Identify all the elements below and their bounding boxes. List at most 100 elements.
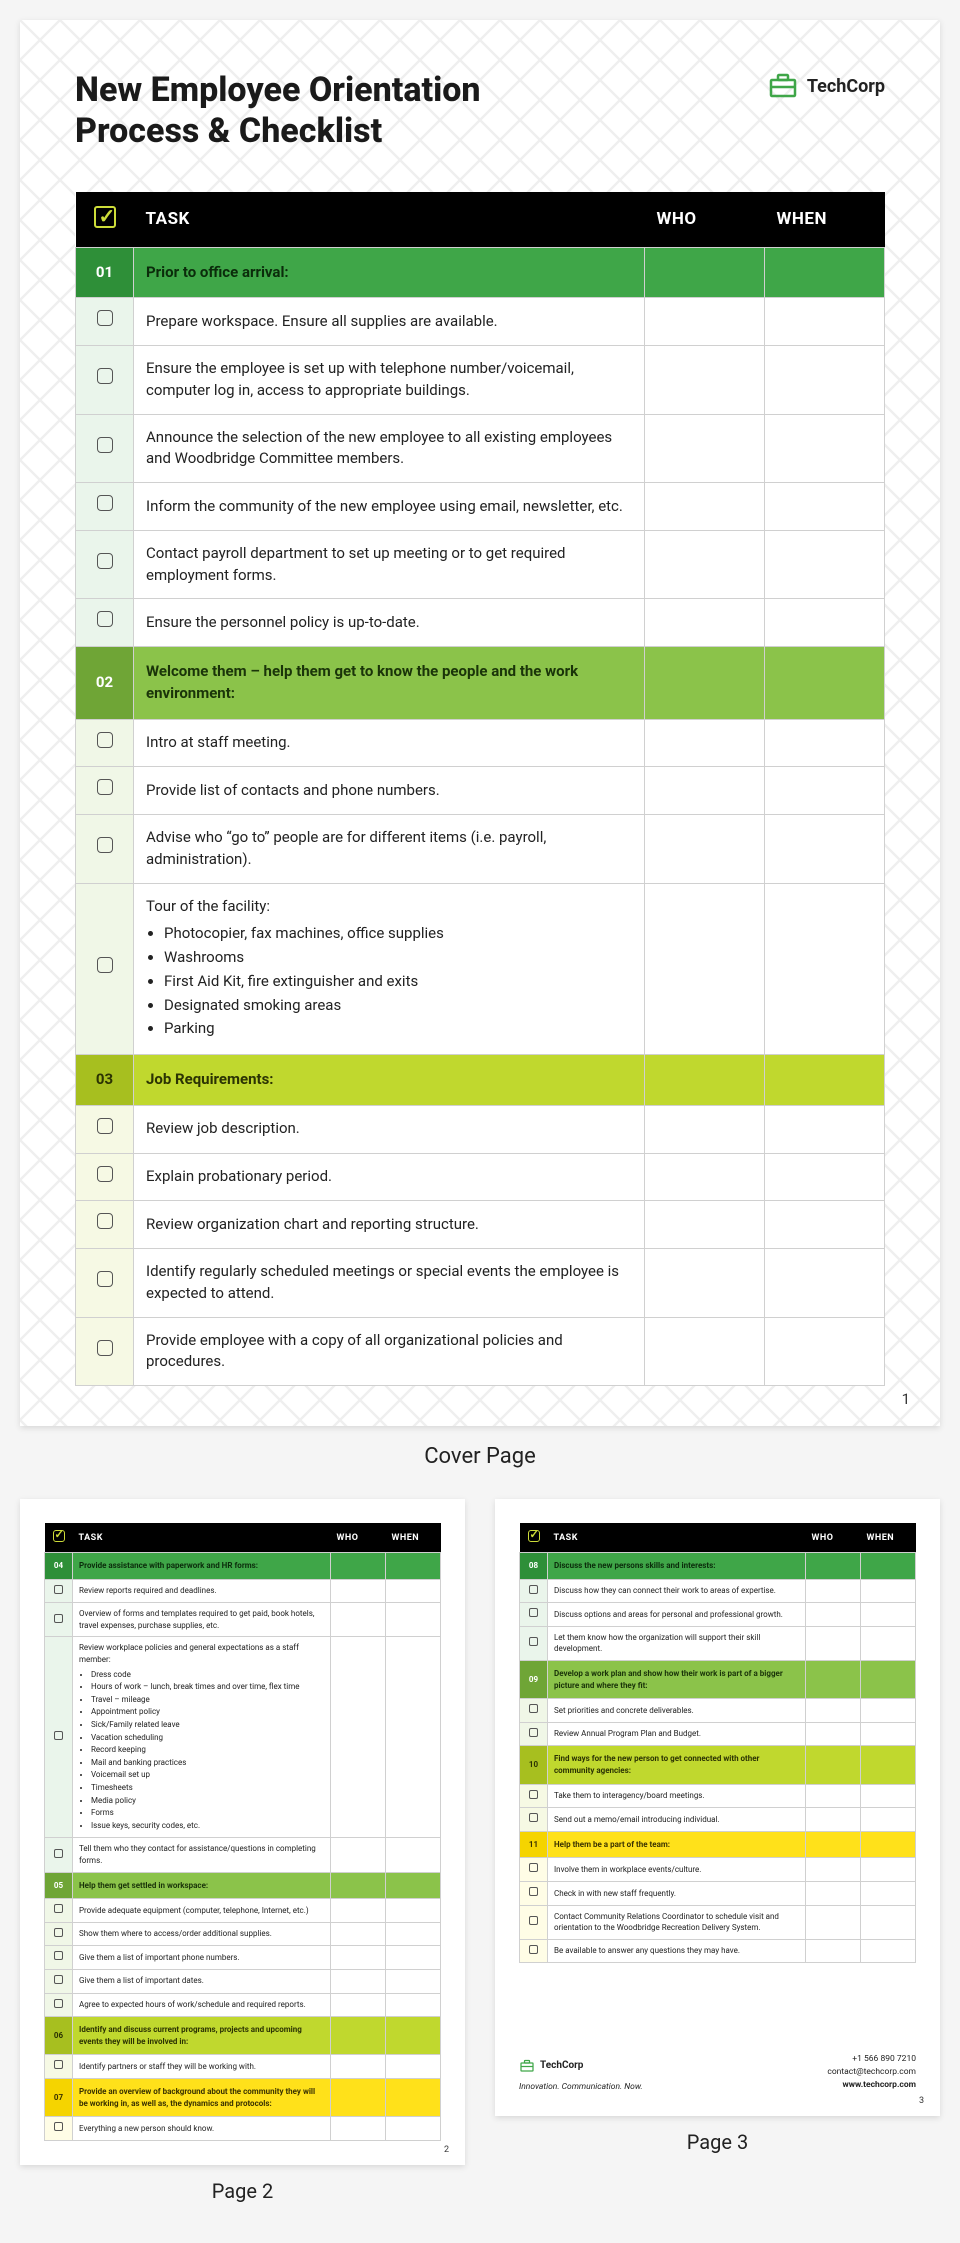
checkbox-cell[interactable] — [45, 1969, 73, 1993]
when-cell[interactable] — [861, 1784, 916, 1808]
who-cell[interactable] — [806, 1858, 861, 1882]
checkbox-cell[interactable] — [76, 346, 134, 415]
when-cell[interactable] — [765, 599, 885, 647]
checkbox-cell[interactable] — [76, 483, 134, 531]
who-cell[interactable] — [645, 483, 765, 531]
who-cell[interactable] — [645, 1317, 765, 1386]
when-cell[interactable] — [765, 1153, 885, 1201]
when-cell[interactable] — [861, 1808, 916, 1832]
when-cell[interactable] — [386, 1838, 441, 1872]
who-cell[interactable] — [331, 1579, 386, 1603]
when-cell[interactable] — [765, 530, 885, 599]
who-cell[interactable] — [645, 414, 765, 483]
when-cell[interactable] — [861, 1858, 916, 1882]
checkbox-cell[interactable] — [76, 298, 134, 346]
who-cell[interactable] — [645, 883, 765, 1055]
checkbox-cell[interactable] — [76, 1317, 134, 1386]
who-cell[interactable] — [645, 1105, 765, 1153]
when-cell[interactable] — [765, 414, 885, 483]
who-cell[interactable] — [806, 1626, 861, 1660]
when-cell[interactable] — [386, 1899, 441, 1923]
when-cell[interactable] — [765, 298, 885, 346]
checkbox-cell[interactable] — [45, 1603, 73, 1637]
checkbox-cell[interactable] — [45, 1899, 73, 1923]
who-cell[interactable] — [806, 1579, 861, 1603]
checkbox-cell[interactable] — [45, 1993, 73, 2017]
who-cell[interactable] — [645, 767, 765, 815]
when-cell[interactable] — [861, 1603, 916, 1627]
who-cell[interactable] — [331, 1946, 386, 1970]
checkbox-cell[interactable] — [76, 1249, 134, 1318]
who-cell[interactable] — [331, 2055, 386, 2079]
when-cell[interactable] — [386, 1969, 441, 1993]
when-cell[interactable] — [861, 1882, 916, 1906]
when-cell[interactable] — [386, 1579, 441, 1603]
who-cell[interactable] — [806, 1808, 861, 1832]
checkbox-cell[interactable] — [76, 414, 134, 483]
checkbox-cell[interactable] — [45, 2117, 73, 2141]
who-cell[interactable] — [806, 1882, 861, 1906]
checkbox-cell[interactable] — [520, 1905, 548, 1939]
when-cell[interactable] — [765, 767, 885, 815]
who-cell[interactable] — [806, 1699, 861, 1723]
checkbox-cell[interactable] — [520, 1626, 548, 1660]
checkbox-cell[interactable] — [520, 1784, 548, 1808]
who-cell[interactable] — [806, 1905, 861, 1939]
who-cell[interactable] — [645, 1249, 765, 1318]
checkbox-cell[interactable] — [45, 1838, 73, 1872]
who-cell[interactable] — [645, 1153, 765, 1201]
when-cell[interactable] — [386, 1946, 441, 1970]
checkbox-cell[interactable] — [76, 719, 134, 767]
checkbox-cell[interactable] — [520, 1579, 548, 1603]
checkbox-cell[interactable] — [520, 1603, 548, 1627]
when-cell[interactable] — [765, 1317, 885, 1386]
when-cell[interactable] — [861, 1699, 916, 1723]
who-cell[interactable] — [331, 1899, 386, 1923]
who-cell[interactable] — [645, 719, 765, 767]
when-cell[interactable] — [861, 1722, 916, 1746]
when-cell[interactable] — [386, 1922, 441, 1946]
when-cell[interactable] — [386, 1993, 441, 2017]
when-cell[interactable] — [386, 1603, 441, 1637]
when-cell[interactable] — [861, 1939, 916, 1963]
checkbox-cell[interactable] — [76, 883, 134, 1055]
who-cell[interactable] — [331, 2117, 386, 2141]
checkbox-cell[interactable] — [76, 815, 134, 884]
checkbox-cell[interactable] — [520, 1722, 548, 1746]
when-cell[interactable] — [765, 346, 885, 415]
who-cell[interactable] — [331, 1922, 386, 1946]
checkbox-cell[interactable] — [520, 1858, 548, 1882]
who-cell[interactable] — [806, 1784, 861, 1808]
who-cell[interactable] — [331, 1969, 386, 1993]
who-cell[interactable] — [645, 298, 765, 346]
when-cell[interactable] — [386, 2055, 441, 2079]
when-cell[interactable] — [765, 1201, 885, 1249]
who-cell[interactable] — [331, 1993, 386, 2017]
when-cell[interactable] — [765, 1249, 885, 1318]
who-cell[interactable] — [806, 1603, 861, 1627]
checkbox-cell[interactable] — [45, 1946, 73, 1970]
checkbox-cell[interactable] — [45, 1637, 73, 1838]
when-cell[interactable] — [386, 2117, 441, 2141]
who-cell[interactable] — [331, 1838, 386, 1872]
checkbox-cell[interactable] — [76, 530, 134, 599]
when-cell[interactable] — [765, 719, 885, 767]
checkbox-cell[interactable] — [520, 1808, 548, 1832]
who-cell[interactable] — [645, 815, 765, 884]
checkbox-cell[interactable] — [520, 1882, 548, 1906]
checkbox-cell[interactable] — [76, 1153, 134, 1201]
checkbox-cell[interactable] — [76, 599, 134, 647]
who-cell[interactable] — [331, 1637, 386, 1838]
checkbox-cell[interactable] — [45, 2055, 73, 2079]
when-cell[interactable] — [765, 483, 885, 531]
when-cell[interactable] — [765, 1105, 885, 1153]
who-cell[interactable] — [645, 1201, 765, 1249]
when-cell[interactable] — [861, 1905, 916, 1939]
who-cell[interactable] — [645, 530, 765, 599]
checkbox-cell[interactable] — [520, 1699, 548, 1723]
when-cell[interactable] — [861, 1626, 916, 1660]
who-cell[interactable] — [331, 1603, 386, 1637]
checkbox-cell[interactable] — [45, 1922, 73, 1946]
who-cell[interactable] — [806, 1722, 861, 1746]
who-cell[interactable] — [645, 346, 765, 415]
